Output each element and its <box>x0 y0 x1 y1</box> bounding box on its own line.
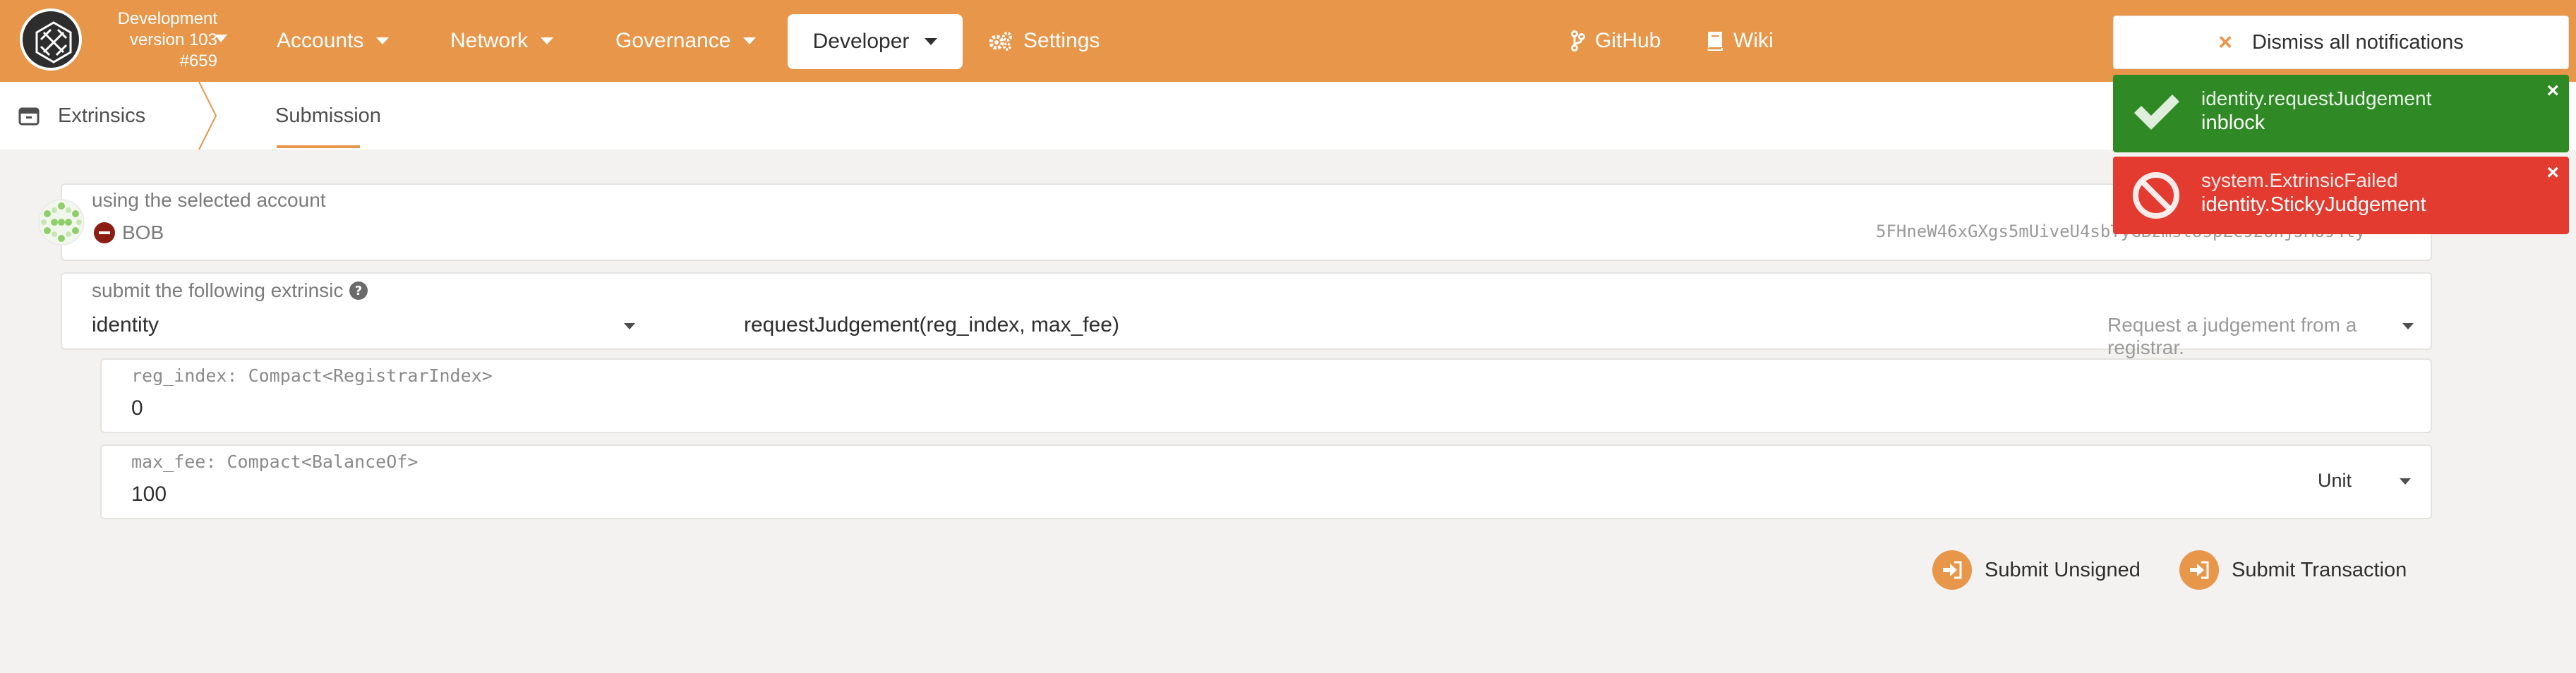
chevron-down-icon <box>541 37 554 44</box>
code-branch-icon <box>1571 30 1585 51</box>
method-description: Request a judgement from a registrar. <box>2107 314 2357 358</box>
nav-governance[interactable]: Governance <box>615 21 757 61</box>
dismiss-all-label: Dismiss all notifications <box>2252 30 2464 54</box>
chain-logo[interactable] <box>20 8 82 71</box>
tab-extrinsics-label: Extrinsics <box>58 104 146 127</box>
chevron-down-icon <box>2400 478 2411 485</box>
close-icon: × <box>2218 28 2233 56</box>
nav-governance-label: Governance <box>615 29 731 52</box>
polkadot-logo-icon <box>35 21 72 63</box>
close-icon[interactable]: × <box>2546 161 2559 185</box>
method-dropdown[interactable]: requestJudgement(reg_index, max_fee) Req… <box>669 309 2426 358</box>
nav-wiki[interactable]: Wiki <box>1707 21 1774 61</box>
account-label: using the selected account <box>92 189 326 211</box>
minus-circle-icon <box>94 222 115 243</box>
breadcrumb-separator <box>198 82 217 150</box>
chevron-down-icon <box>215 35 227 42</box>
sign-in-icon <box>2179 550 2219 590</box>
reg-index-field[interactable]: reg_index: Compact<RegistrarIndex> 0 <box>100 358 2432 433</box>
identicon-avatar <box>38 199 85 245</box>
notification-success-status: inblock <box>2201 111 2265 134</box>
sign-in-icon <box>1932 550 1972 590</box>
question-circle-icon[interactable]: ? <box>349 281 368 301</box>
tab-submission[interactable]: Submission <box>275 82 381 150</box>
account-name: BOB <box>122 222 164 243</box>
active-tab-indicator <box>277 145 360 148</box>
chevron-down-icon <box>743 37 757 44</box>
chevron-down-icon <box>925 38 938 45</box>
method-value: requestJudgement(reg_index, max_fee) <box>744 313 1119 336</box>
nav-accounts[interactable]: Accounts <box>277 21 390 61</box>
notification-error-status: identity.StickyJudgement <box>2201 193 2426 216</box>
max-fee-input[interactable]: 100 <box>131 483 167 507</box>
ban-icon <box>2133 172 2179 219</box>
notification-error-title: system.ExtrinsicFailed <box>2201 169 2398 191</box>
submit-transaction-label: Submit Transaction <box>2232 558 2407 581</box>
notification-error: system.ExtrinsicFailed identity.StickyJu… <box>2113 157 2569 234</box>
extrinsic-panel: submit the following extrinsic ? identit… <box>61 272 2432 358</box>
account-selector[interactable]: using the selected account BOB 5FHneW46x… <box>61 183 2432 261</box>
chain-name: Development <box>117 9 217 28</box>
nav-settings[interactable]: Settings <box>988 21 1100 61</box>
nav-network[interactable]: Network <box>450 21 554 61</box>
gears-icon <box>989 32 1012 51</box>
archive-icon <box>18 107 40 126</box>
submit-unsigned-label: Submit Unsigned <box>1985 558 2141 581</box>
chain-selector[interactable]: Development version 103 #659 <box>90 8 217 72</box>
max-fee-label: max_fee: Compact<BalanceOf> <box>131 451 419 472</box>
chain-block: #659 <box>179 51 217 71</box>
tab-extrinsics[interactable]: Extrinsics <box>18 82 145 150</box>
module-value: identity <box>92 313 160 336</box>
module-dropdown[interactable]: identity <box>62 309 655 348</box>
nav-developer-label: Developer <box>812 30 910 53</box>
unit-dropdown[interactable]: Unit <box>2318 460 2424 502</box>
close-icon[interactable]: × <box>2546 79 2559 103</box>
reg-index-input[interactable]: 0 <box>131 396 143 420</box>
extrinsic-label: submit the following extrinsic <box>92 279 344 301</box>
chevron-down-icon <box>2402 323 2414 329</box>
notification-success-title: identity.requestJudgement <box>2201 87 2432 109</box>
notification-success: identity.requestJudgement inblock × <box>2113 75 2569 152</box>
reg-index-label: reg_index: Compact<RegistrarIndex> <box>131 365 493 386</box>
max-fee-field: max_fee: Compact<BalanceOf> 100 Unit <box>100 444 2432 519</box>
nav-github-label: GitHub <box>1595 29 1661 52</box>
tab-submission-label: Submission <box>275 104 381 127</box>
extrinsic-label-row: submit the following extrinsic ? <box>92 279 368 302</box>
chain-version: version 103 <box>129 30 217 49</box>
svg-text:?: ? <box>355 284 362 298</box>
check-icon <box>2134 95 2179 130</box>
submit-unsigned-button[interactable]: Submit Unsigned <box>1932 549 2141 591</box>
unit-value: Unit <box>2318 470 2352 491</box>
nav-settings-label: Settings <box>1023 29 1100 52</box>
nav-github[interactable]: GitHub <box>1571 21 1661 61</box>
nav-accounts-label: Accounts <box>277 29 364 52</box>
chevron-down-icon <box>624 323 635 329</box>
book-icon <box>1707 32 1723 51</box>
submit-transaction-button[interactable]: Submit Transaction <box>2179 549 2407 591</box>
nav-wiki-label: Wiki <box>1733 29 1774 52</box>
nav-network-label: Network <box>450 29 529 52</box>
chevron-down-icon <box>376 37 390 44</box>
dismiss-all-notifications-button[interactable]: × Dismiss all notifications <box>2113 16 2569 69</box>
nav-developer[interactable]: Developer <box>788 14 963 69</box>
